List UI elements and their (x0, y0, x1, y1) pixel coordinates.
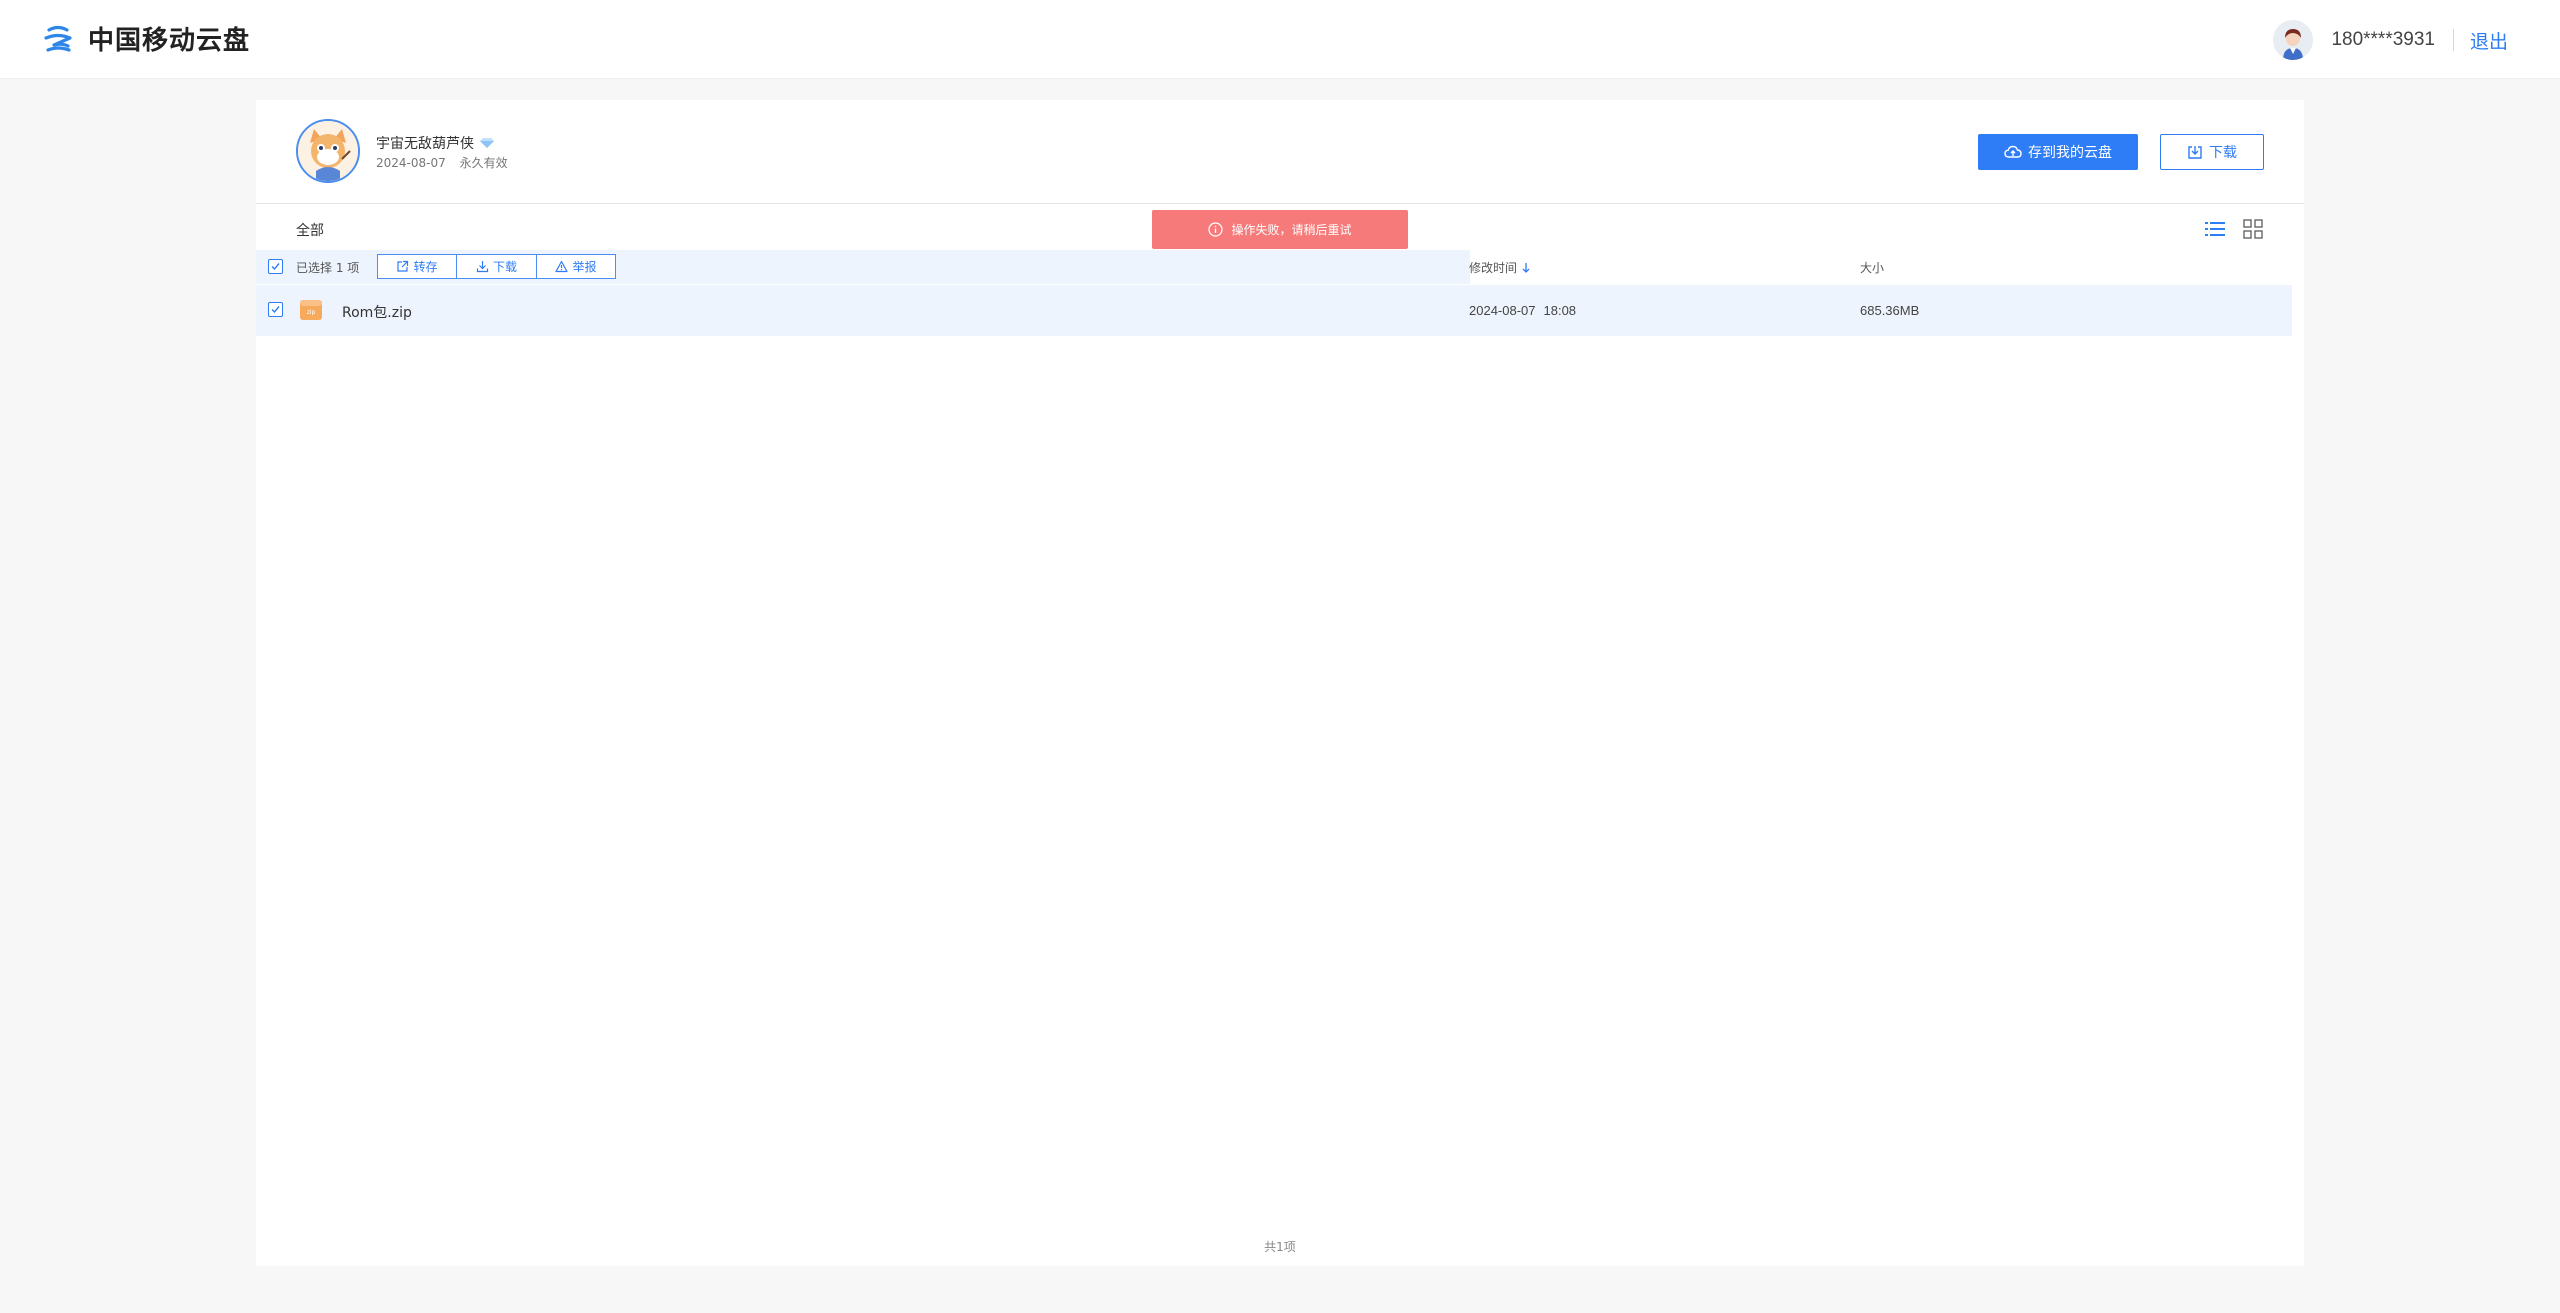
download-button[interactable]: 下载 (2160, 134, 2264, 170)
column-modified-time[interactable]: 修改时间 (1469, 259, 1531, 276)
check-icon (271, 306, 280, 314)
download-label: 下载 (2209, 145, 2237, 161)
save-copy-button[interactable]: 转存 (378, 255, 456, 278)
selection-actions: 转存 下载 举报 (377, 254, 616, 279)
app-title: 中国移动云盘 (88, 26, 251, 56)
grid-view-icon[interactable] (2242, 218, 2264, 240)
warning-icon (555, 260, 569, 273)
sort-down-arrow-icon (1522, 262, 1530, 273)
share-meta: 2024-08-07 永久有效 (376, 154, 508, 171)
info-circle-icon (1208, 222, 1224, 237)
logout-link[interactable]: 退出 (2470, 27, 2508, 54)
save-to-cloud-button[interactable]: 存到我的云盘 (1978, 134, 2138, 170)
breadcrumb-root[interactable]: 全部 (296, 220, 324, 240)
sharer-name: 宇宙无敌葫芦侠 (376, 133, 494, 153)
save-copy-label: 转存 (413, 260, 438, 274)
user-avatar-icon (2273, 20, 2314, 60)
top-header: 中国移动云盘 180****3931 退出 (0, 0, 2560, 79)
toolbar-download-label: 下载 (492, 260, 517, 274)
share-card: 宇宙无敌葫芦侠 2024-08-07 永久有效 存到我的云盘 下载 全部 已选择… (256, 100, 2304, 1266)
file-modified-time: 2024-08-07 18:08 (1469, 303, 1576, 318)
diamond-icon (480, 138, 494, 148)
selected-count: 已选择 1 项 (296, 261, 360, 275)
select-all-checkbox[interactable] (268, 259, 283, 274)
header-divider (2452, 29, 2454, 51)
zip-file-icon: zip (300, 300, 322, 320)
file-date: 2024-08-07 (1469, 303, 1536, 318)
user-avatar[interactable] (2273, 20, 2314, 60)
share-out-icon (397, 260, 409, 272)
file-row-checkbox[interactable] (268, 302, 283, 317)
file-name[interactable]: Rom包.zip (342, 302, 412, 322)
cloud-logo-icon (44, 25, 72, 52)
toolbar-download-button[interactable]: 下载 (456, 255, 536, 278)
app-logo[interactable]: 中国移动云盘 (40, 20, 250, 57)
save-to-cloud-label: 存到我的云盘 (2028, 145, 2112, 161)
user-phone: 180****3931 (2331, 29, 2435, 50)
error-toast: 操作失败，请稍后重试 (1152, 210, 1408, 249)
report-button[interactable]: 举报 (536, 255, 615, 278)
download-icon (2188, 146, 2202, 159)
column-modified-time-label: 修改时间 (1469, 261, 1518, 275)
sharer-avatar (296, 119, 360, 183)
file-row[interactable]: zip Rom包.zip 2024-08-07 18:08 685.36MB (256, 285, 2292, 336)
report-label: 举报 (572, 260, 597, 274)
column-size[interactable]: 大小 (1860, 259, 1884, 276)
sharer-name-text: 宇宙无敌葫芦侠 (376, 136, 474, 152)
share-validity: 永久有效 (459, 156, 508, 170)
total-count: 共1项 (1264, 1240, 1296, 1254)
file-size: 685.36MB (1860, 303, 1920, 318)
error-toast-message: 操作失败，请稍后重试 (1231, 223, 1352, 237)
user-area: 180****3931 退出 (2273, 20, 2508, 60)
download-icon (476, 261, 489, 273)
check-icon (271, 263, 280, 271)
list-view-icon[interactable] (2204, 218, 2226, 240)
table-header: 已选择 1 项 转存 下载 举报 修改时间 大小 (256, 250, 2292, 284)
svg-text:zip: zip (307, 309, 316, 316)
cloud-upload-icon (2004, 145, 2022, 158)
share-date: 2024-08-07 (376, 156, 446, 170)
share-header: 宇宙无敌葫芦侠 2024-08-07 永久有效 存到我的云盘 下载 (256, 100, 2304, 204)
cartoon-avatar-icon (298, 121, 358, 181)
file-time-of-day: 18:08 (1543, 303, 1577, 318)
